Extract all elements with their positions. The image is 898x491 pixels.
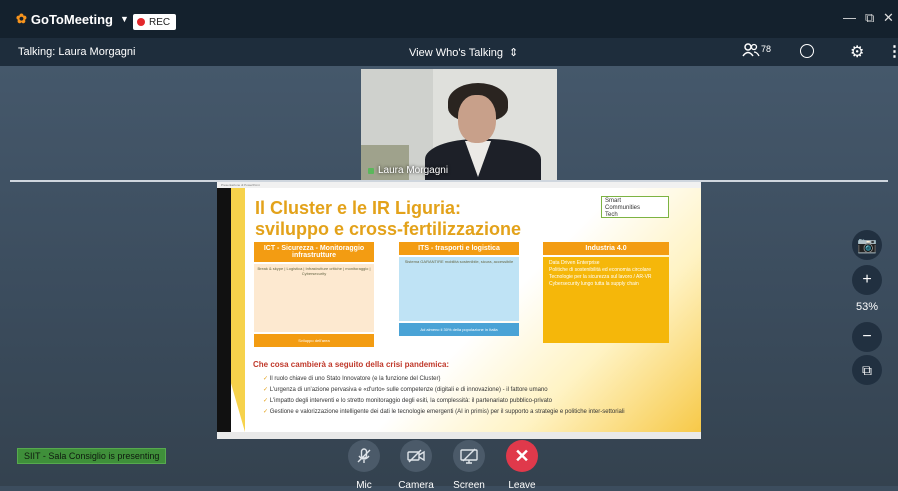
attendee-count: 78	[761, 44, 772, 54]
screen-share-off-icon	[453, 440, 485, 472]
webcam-name-label: Laura Morgagni	[368, 165, 448, 176]
zoom-out-button[interactable]: −	[852, 322, 882, 352]
gear-icon[interactable]: ⚙	[850, 42, 864, 62]
up-down-chevron-icon: ⇕	[509, 47, 519, 59]
chat-icon[interactable]	[800, 44, 814, 58]
mic-button[interactable]: Mic	[344, 440, 384, 491]
slide: Il Cluster e le IR Liguria: sviluppo e c…	[217, 188, 701, 432]
record-dot-icon	[137, 18, 145, 26]
slide-question: Che cosa cambierà a seguito della crisi …	[253, 360, 450, 369]
app-menu[interactable]: ✿ GoToMeeting ▼	[16, 11, 129, 27]
presenting-banner: SIIT - Sala Consiglio is presenting	[17, 448, 167, 464]
gotomeeting-flower-icon: ✿	[16, 11, 27, 26]
close-icon: ✕	[506, 440, 538, 472]
webcam-video[interactable]	[361, 69, 557, 180]
speaking-icon	[368, 167, 374, 174]
talking-indicator: Talking: Laura Morgagni	[18, 46, 136, 58]
people-icon	[742, 43, 760, 57]
slide-bullets: Il ruolo chiave di uno Stato Innovatore …	[263, 374, 683, 418]
meeting-info-bar: Talking: Laura Morgagni View Who's Talki…	[0, 38, 898, 66]
camera-button[interactable]: Camera	[396, 440, 436, 491]
shared-screen[interactable]: Presentazione di PowerPoint Il Cluster e…	[217, 182, 701, 439]
minimize-button[interactable]: —	[843, 10, 856, 25]
slide-column-ict: ICT - Sicurezza - Monitoraggio infrastru…	[254, 242, 374, 347]
pop-out-icon[interactable]: ⧉	[852, 355, 882, 385]
smart-communities-tech-logo: Smart Communities Tech	[601, 196, 669, 218]
more-options-icon[interactable]: ⋮	[887, 42, 898, 60]
chevron-down-icon: ▼	[120, 14, 129, 24]
camera-off-icon	[400, 440, 432, 472]
view-mode-label: View Who's Talking	[409, 46, 504, 59]
zoom-level: 53%	[855, 301, 879, 313]
brand-name: GoToMeeting	[30, 11, 113, 27]
slide-column-its: ITS - trasporti e logistica Sistema GARA…	[399, 242, 519, 336]
top-bar: ✿ GoToMeeting ▼ REC — ⧉ ✕	[0, 0, 898, 38]
ppt-status-bar	[217, 432, 701, 439]
restore-button[interactable]: ⧉	[865, 10, 874, 26]
rec-label: REC	[149, 16, 171, 28]
slide-title: Il Cluster e le IR Liguria: sviluppo e c…	[255, 198, 522, 239]
camera-snapshot-icon[interactable]: 📷	[852, 230, 882, 260]
attendees-button[interactable]: 78	[742, 43, 771, 57]
zoom-in-button[interactable]: +	[852, 265, 882, 295]
leave-button[interactable]: ✕ Leave	[502, 440, 542, 491]
participant-name: Laura Morgagni	[378, 165, 449, 176]
close-window-button[interactable]: ✕	[883, 10, 894, 26]
mic-muted-icon	[348, 440, 380, 472]
slide-column-industria: Industria 4.0 Data Driven Enterprise Pol…	[543, 242, 669, 343]
recording-indicator[interactable]: REC	[133, 14, 177, 30]
view-mode-selector[interactable]: View Who's Talking ⇕	[409, 46, 519, 60]
screen-button[interactable]: Screen	[449, 440, 489, 491]
